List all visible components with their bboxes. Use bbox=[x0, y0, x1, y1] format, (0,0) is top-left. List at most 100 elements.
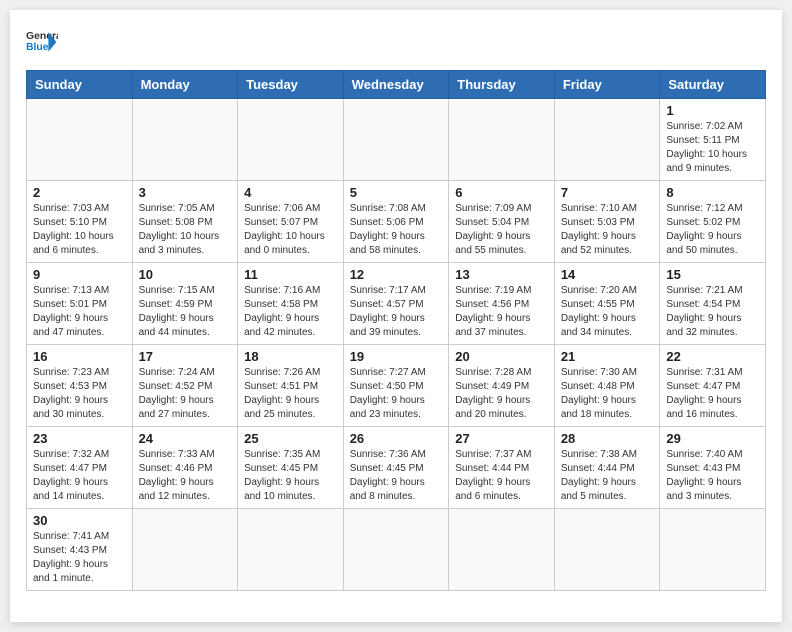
day-number: 15 bbox=[666, 267, 759, 282]
calendar-cell-r5c1 bbox=[132, 509, 238, 591]
day-number: 21 bbox=[561, 349, 654, 364]
day-info: Sunrise: 7:02 AM Sunset: 5:11 PM Dayligh… bbox=[666, 120, 759, 176]
day-info: Sunrise: 7:13 AM Sunset: 5:01 PM Dayligh… bbox=[33, 284, 126, 340]
day-info: Sunrise: 7:06 AM Sunset: 5:07 PM Dayligh… bbox=[244, 202, 337, 258]
day-info: Sunrise: 7:09 AM Sunset: 5:04 PM Dayligh… bbox=[455, 202, 548, 258]
calendar-cell-r3c1: 17 Sunrise: 7:24 AM Sunset: 4:52 PM Dayli… bbox=[132, 345, 238, 427]
day-number: 5 bbox=[350, 185, 443, 200]
logo-icon: General Blue bbox=[26, 26, 58, 58]
day-number: 28 bbox=[561, 431, 654, 446]
calendar-table: SundayMondayTuesdayWednesdayThursdayFrid… bbox=[26, 70, 766, 591]
calendar-cell-r2c0: 9 Sunrise: 7:13 AM Sunset: 5:01 PM Daylig… bbox=[27, 263, 133, 345]
calendar-cell-r4c1: 24 Sunrise: 7:33 AM Sunset: 4:46 PM Dayli… bbox=[132, 427, 238, 509]
calendar-cell-r5c6 bbox=[660, 509, 766, 591]
day-info: Sunrise: 7:10 AM Sunset: 5:03 PM Dayligh… bbox=[561, 202, 654, 258]
calendar-cell-r3c5: 21 Sunrise: 7:30 AM Sunset: 4:48 PM Dayli… bbox=[554, 345, 660, 427]
calendar-cell-r4c4: 27 Sunrise: 7:37 AM Sunset: 4:44 PM Dayli… bbox=[449, 427, 555, 509]
day-number: 16 bbox=[33, 349, 126, 364]
day-number: 3 bbox=[139, 185, 232, 200]
weekday-header-thursday: Thursday bbox=[449, 71, 555, 99]
day-number: 29 bbox=[666, 431, 759, 446]
calendar-row-2: 9 Sunrise: 7:13 AM Sunset: 5:01 PM Daylig… bbox=[27, 263, 766, 345]
day-number: 6 bbox=[455, 185, 548, 200]
day-number: 9 bbox=[33, 267, 126, 282]
calendar-cell-r5c3 bbox=[343, 509, 449, 591]
calendar-cell-r0c4 bbox=[449, 99, 555, 181]
day-number: 25 bbox=[244, 431, 337, 446]
calendar-cell-r2c1: 10 Sunrise: 7:15 AM Sunset: 4:59 PM Dayli… bbox=[132, 263, 238, 345]
calendar-cell-r2c2: 11 Sunrise: 7:16 AM Sunset: 4:58 PM Dayli… bbox=[238, 263, 344, 345]
day-info: Sunrise: 7:38 AM Sunset: 4:44 PM Dayligh… bbox=[561, 448, 654, 504]
day-info: Sunrise: 7:30 AM Sunset: 4:48 PM Dayligh… bbox=[561, 366, 654, 422]
day-number: 19 bbox=[350, 349, 443, 364]
day-info: Sunrise: 7:15 AM Sunset: 4:59 PM Dayligh… bbox=[139, 284, 232, 340]
weekday-header-monday: Monday bbox=[132, 71, 238, 99]
day-number: 13 bbox=[455, 267, 548, 282]
day-number: 1 bbox=[666, 103, 759, 118]
calendar-row-0: 1 Sunrise: 7:02 AM Sunset: 5:11 PM Daylig… bbox=[27, 99, 766, 181]
day-number: 11 bbox=[244, 267, 337, 282]
calendar-header: General Blue bbox=[26, 26, 766, 58]
calendar-cell-r1c5: 7 Sunrise: 7:10 AM Sunset: 5:03 PM Daylig… bbox=[554, 181, 660, 263]
calendar-cell-r4c5: 28 Sunrise: 7:38 AM Sunset: 4:44 PM Dayli… bbox=[554, 427, 660, 509]
calendar-body: 1 Sunrise: 7:02 AM Sunset: 5:11 PM Daylig… bbox=[27, 99, 766, 591]
calendar-cell-r2c3: 12Sunrise: 7:17 AM Sunset: 4:57 PM Dayli… bbox=[343, 263, 449, 345]
calendar-cell-r2c5: 14 Sunrise: 7:20 AM Sunset: 4:55 PM Dayli… bbox=[554, 263, 660, 345]
logo: General Blue bbox=[26, 26, 58, 58]
calendar-row-5: 30 Sunrise: 7:41 AM Sunset: 4:43 PM Dayli… bbox=[27, 509, 766, 591]
calendar-cell-r4c3: 26 Sunrise: 7:36 AM Sunset: 4:45 PM Dayli… bbox=[343, 427, 449, 509]
calendar-cell-r0c5 bbox=[554, 99, 660, 181]
calendar-row-3: 16Sunrise: 7:23 AM Sunset: 4:53 PM Dayli… bbox=[27, 345, 766, 427]
calendar-cell-r1c6: 8 Sunrise: 7:12 AM Sunset: 5:02 PM Daylig… bbox=[660, 181, 766, 263]
day-info: Sunrise: 7:32 AM Sunset: 4:47 PM Dayligh… bbox=[33, 448, 126, 504]
day-info: Sunrise: 7:27 AM Sunset: 4:50 PM Dayligh… bbox=[350, 366, 443, 422]
day-info: Sunrise: 7:40 AM Sunset: 4:43 PM Dayligh… bbox=[666, 448, 759, 504]
calendar-cell-r4c2: 25Sunrise: 7:35 AM Sunset: 4:45 PM Dayli… bbox=[238, 427, 344, 509]
weekday-header-row: SundayMondayTuesdayWednesdayThursdayFrid… bbox=[27, 71, 766, 99]
day-number: 2 bbox=[33, 185, 126, 200]
day-info: Sunrise: 7:41 AM Sunset: 4:43 PM Dayligh… bbox=[33, 530, 126, 586]
calendar-cell-r0c1 bbox=[132, 99, 238, 181]
day-number: 4 bbox=[244, 185, 337, 200]
calendar-row-1: 2Sunrise: 7:03 AM Sunset: 5:10 PM Daylig… bbox=[27, 181, 766, 263]
day-number: 27 bbox=[455, 431, 548, 446]
day-info: Sunrise: 7:31 AM Sunset: 4:47 PM Dayligh… bbox=[666, 366, 759, 422]
day-info: Sunrise: 7:33 AM Sunset: 4:46 PM Dayligh… bbox=[139, 448, 232, 504]
day-info: Sunrise: 7:36 AM Sunset: 4:45 PM Dayligh… bbox=[350, 448, 443, 504]
day-number: 26 bbox=[350, 431, 443, 446]
day-number: 30 bbox=[33, 513, 126, 528]
day-number: 8 bbox=[666, 185, 759, 200]
day-info: Sunrise: 7:12 AM Sunset: 5:02 PM Dayligh… bbox=[666, 202, 759, 258]
calendar-cell-r1c1: 3 Sunrise: 7:05 AM Sunset: 5:08 PM Daylig… bbox=[132, 181, 238, 263]
day-info: Sunrise: 7:28 AM Sunset: 4:49 PM Dayligh… bbox=[455, 366, 548, 422]
weekday-header-tuesday: Tuesday bbox=[238, 71, 344, 99]
calendar-cell-r1c4: 6 Sunrise: 7:09 AM Sunset: 5:04 PM Daylig… bbox=[449, 181, 555, 263]
calendar-cell-r3c4: 20Sunrise: 7:28 AM Sunset: 4:49 PM Dayli… bbox=[449, 345, 555, 427]
day-number: 14 bbox=[561, 267, 654, 282]
calendar-cell-r2c6: 15Sunrise: 7:21 AM Sunset: 4:54 PM Dayli… bbox=[660, 263, 766, 345]
calendar-cell-r3c3: 19 Sunrise: 7:27 AM Sunset: 4:50 PM Dayli… bbox=[343, 345, 449, 427]
day-info: Sunrise: 7:20 AM Sunset: 4:55 PM Dayligh… bbox=[561, 284, 654, 340]
calendar-cell-r0c3 bbox=[343, 99, 449, 181]
calendar-cell-r0c6: 1 Sunrise: 7:02 AM Sunset: 5:11 PM Daylig… bbox=[660, 99, 766, 181]
calendar-cell-r5c4 bbox=[449, 509, 555, 591]
day-number: 24 bbox=[139, 431, 232, 446]
weekday-header-saturday: Saturday bbox=[660, 71, 766, 99]
weekday-header-wednesday: Wednesday bbox=[343, 71, 449, 99]
calendar-cell-r2c4: 13 Sunrise: 7:19 AM Sunset: 4:56 PM Dayli… bbox=[449, 263, 555, 345]
calendar-cell-r5c2 bbox=[238, 509, 344, 591]
day-number: 7 bbox=[561, 185, 654, 200]
svg-text:Blue: Blue bbox=[26, 42, 49, 53]
day-info: Sunrise: 7:05 AM Sunset: 5:08 PM Dayligh… bbox=[139, 202, 232, 258]
calendar-cell-r0c0 bbox=[27, 99, 133, 181]
day-info: Sunrise: 7:37 AM Sunset: 4:44 PM Dayligh… bbox=[455, 448, 548, 504]
weekday-header-sunday: Sunday bbox=[27, 71, 133, 99]
calendar-cell-r1c0: 2Sunrise: 7:03 AM Sunset: 5:10 PM Daylig… bbox=[27, 181, 133, 263]
day-info: Sunrise: 7:16 AM Sunset: 4:58 PM Dayligh… bbox=[244, 284, 337, 340]
day-info: Sunrise: 7:19 AM Sunset: 4:56 PM Dayligh… bbox=[455, 284, 548, 340]
calendar-cell-r3c6: 22Sunrise: 7:31 AM Sunset: 4:47 PM Dayli… bbox=[660, 345, 766, 427]
day-number: 10 bbox=[139, 267, 232, 282]
day-number: 17 bbox=[139, 349, 232, 364]
calendar-cell-r0c2 bbox=[238, 99, 344, 181]
day-info: Sunrise: 7:24 AM Sunset: 4:52 PM Dayligh… bbox=[139, 366, 232, 422]
